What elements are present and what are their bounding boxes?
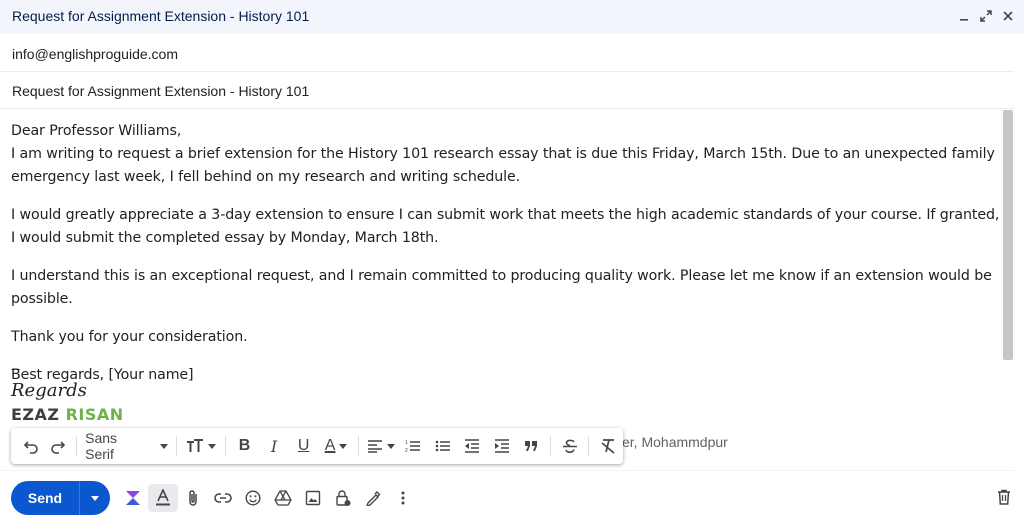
svg-text:2: 2	[405, 448, 408, 453]
body-paragraph-1: I am writing to request a brief extensio…	[11, 146, 995, 185]
window-controls	[956, 6, 1016, 26]
body-paragraph-2: I would greatly appreciate a 3-day exten…	[11, 207, 1000, 246]
chevron-down-icon	[339, 443, 348, 449]
body-scrollbar[interactable]	[1003, 110, 1013, 360]
minimize-icon[interactable]	[956, 6, 972, 26]
compose-title: Request for Assignment Extension - Histo…	[12, 8, 310, 24]
toolbar-divider	[588, 436, 590, 456]
font-size-button[interactable]	[181, 432, 220, 460]
signature-address-partial: er, Mohammdpur	[622, 434, 728, 450]
toolbar-divider	[176, 436, 178, 456]
closing-line: Best regards, [Your name]	[11, 367, 194, 383]
gemini-icon[interactable]	[118, 484, 148, 512]
compose-title-bar[interactable]: Request for Assignment Extension - Histo…	[0, 0, 1024, 34]
indent-more-icon[interactable]	[487, 432, 517, 460]
compose-bottom-toolbar	[118, 484, 418, 512]
close-icon[interactable]	[1000, 6, 1016, 26]
send-options-button[interactable]	[79, 481, 110, 515]
recipient-chip[interactable]: info@englishproguide.com	[12, 46, 178, 62]
signature-regards: Regards	[11, 380, 87, 401]
bottom-divider	[0, 470, 1014, 471]
pop-out-icon[interactable]	[978, 6, 994, 26]
subject-field[interactable]: Request for Assignment Extension - Histo…	[0, 72, 1014, 109]
chevron-down-icon	[208, 443, 217, 449]
font-family-label: Sans Serif	[85, 430, 118, 462]
more-options-icon[interactable]	[388, 484, 418, 512]
remove-formatting-icon[interactable]	[593, 432, 623, 460]
strikethrough-icon[interactable]	[555, 432, 585, 460]
numbered-list-icon[interactable]: 12	[398, 432, 428, 460]
subject-input[interactable]: Request for Assignment Extension - Histo…	[12, 83, 309, 99]
toolbar-divider	[357, 436, 359, 456]
chevron-down-icon	[386, 443, 395, 449]
send-button-group: Send	[11, 481, 110, 515]
message-body[interactable]: Dear Professor Williams, I am writing to…	[11, 120, 1001, 387]
toolbar-divider	[549, 436, 551, 456]
discard-draft-icon[interactable]	[992, 485, 1016, 509]
bold-button[interactable]: B	[230, 432, 260, 460]
signature-first-name: EZAZ	[11, 405, 60, 424]
quote-icon[interactable]	[516, 432, 546, 460]
toolbar-divider	[76, 436, 78, 456]
google-drive-icon[interactable]	[268, 484, 298, 512]
font-family-select[interactable]: Sans Serif	[81, 430, 172, 462]
align-button[interactable]	[363, 432, 398, 460]
svg-text:1: 1	[405, 440, 408, 446]
signature-pen-icon[interactable]	[358, 484, 388, 512]
insert-photo-icon[interactable]	[298, 484, 328, 512]
italic-button[interactable]: I	[259, 432, 289, 460]
toolbar-divider	[224, 436, 226, 456]
redo-icon[interactable]	[45, 432, 73, 460]
send-button[interactable]: Send	[11, 481, 79, 515]
body-paragraph-3: I understand this is an exceptional requ…	[11, 268, 992, 307]
body-paragraph-4: Thank you for your consideration.	[11, 329, 248, 345]
attachment-icon[interactable]	[178, 484, 208, 512]
insert-link-icon[interactable]	[208, 484, 238, 512]
emoji-icon[interactable]	[238, 484, 268, 512]
indent-less-icon[interactable]	[457, 432, 487, 460]
confidential-mode-icon[interactable]	[328, 484, 358, 512]
signature-name: EZAZ RISAN	[11, 405, 124, 424]
signature-last-name: RISAN	[65, 405, 124, 424]
text-color-label: A	[324, 437, 336, 454]
formatting-options-icon[interactable]	[148, 484, 178, 512]
underline-button[interactable]: U	[289, 432, 319, 460]
to-field[interactable]: info@englishproguide.com	[0, 35, 1014, 72]
text-color-button[interactable]: A	[318, 432, 353, 460]
undo-icon[interactable]	[17, 432, 45, 460]
chevron-down-icon	[91, 495, 99, 501]
formatting-toolbar: Sans Serif B I U A 12	[11, 428, 623, 464]
greeting: Dear Professor Williams,	[11, 123, 182, 139]
bulleted-list-icon[interactable]	[428, 432, 458, 460]
signature-separator: --	[11, 360, 21, 376]
chevron-down-icon	[160, 443, 169, 449]
